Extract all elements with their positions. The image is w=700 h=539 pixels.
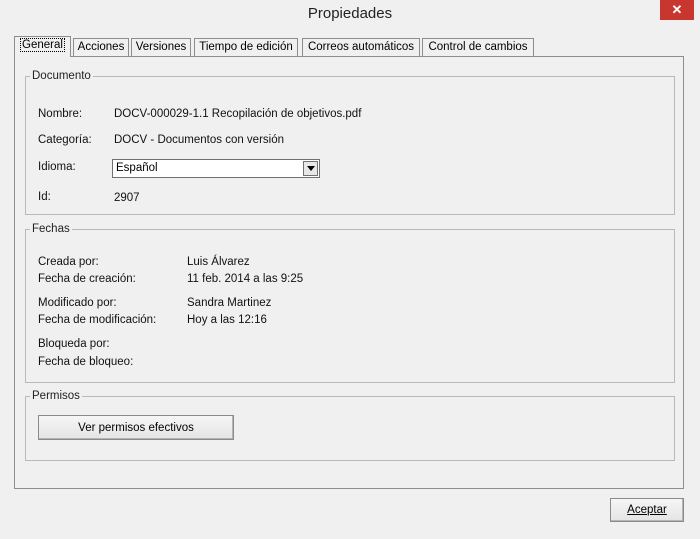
group-legend: Documento xyxy=(32,70,91,82)
modified-date-label: Fecha de modificación: xyxy=(38,314,157,326)
locked-date-label: Fecha de bloqueo: xyxy=(38,356,134,368)
id-label: Id: xyxy=(38,191,51,203)
tab-panel-general: Documento Nombre: DOCV-000029-1.1 Recopi… xyxy=(14,56,684,489)
group-legend: Permisos xyxy=(32,390,80,402)
locked-by-label: Bloqueda por: xyxy=(38,338,110,350)
id-value: 2907 xyxy=(114,192,140,204)
dropdown-button[interactable] xyxy=(303,161,318,176)
fechas-group: Fechas Creada por: Luis Álvarez Fecha de… xyxy=(25,223,675,383)
button-label: Ver permisos efectivos xyxy=(78,421,194,434)
tab-label: Tiempo de edición xyxy=(199,41,293,53)
modified-date-value: Hoy a las 12:16 xyxy=(187,314,267,326)
category-value: DOCV - Documentos con versión xyxy=(114,134,285,146)
tab-acciones[interactable]: Acciones xyxy=(73,38,129,56)
created-date-value: 11 feb. 2014 a las 9:25 xyxy=(187,273,304,285)
accept-button[interactable]: Aceptar xyxy=(610,498,684,522)
tab-general[interactable]: General xyxy=(14,36,71,57)
tab-tiempo-edicion[interactable]: Tiempo de edición xyxy=(194,38,298,56)
modified-by-value: Sandra Martinez xyxy=(187,297,272,309)
tab-control-cambios[interactable]: Control de cambios xyxy=(422,38,534,56)
language-label: Idioma: xyxy=(38,161,76,173)
close-icon: ✕ xyxy=(671,2,683,17)
close-button[interactable]: ✕ xyxy=(660,0,694,20)
created-date-label: Fecha de creación: xyxy=(38,273,136,285)
view-permissions-button[interactable]: Ver permisos efectivos xyxy=(38,415,234,440)
created-by-label: Creada por: xyxy=(38,256,99,268)
chevron-down-icon xyxy=(306,166,315,171)
tab-label: Correos automáticos xyxy=(307,41,415,53)
tab-label: Acciones xyxy=(77,41,125,53)
group-legend: Fechas xyxy=(32,223,70,235)
tab-versiones[interactable]: Versiones xyxy=(131,38,191,56)
name-value: DOCV-000029-1.1 Recopilación de objetivo… xyxy=(114,108,362,120)
button-label: Aceptar xyxy=(627,504,667,516)
window-title: Propiedades xyxy=(307,5,393,22)
modified-by-label: Modificado por: xyxy=(38,297,117,309)
tab-label: Versiones xyxy=(135,41,187,53)
tab-correos[interactable]: Correos automáticos xyxy=(302,38,420,56)
category-label: Categoría: xyxy=(38,134,92,146)
documento-group: Documento Nombre: DOCV-000029-1.1 Recopi… xyxy=(25,70,675,215)
name-label: Nombre: xyxy=(38,108,83,120)
title-bar: Propiedades ✕ xyxy=(0,0,700,30)
language-selected-value: Español xyxy=(116,162,158,174)
tab-label: Control de cambios xyxy=(428,41,528,53)
created-by-value: Luis Álvarez xyxy=(187,256,250,268)
permisos-group: Permisos Ver permisos efectivos xyxy=(25,390,675,461)
language-select[interactable]: Español xyxy=(112,159,320,178)
tab-label: General xyxy=(20,38,65,52)
